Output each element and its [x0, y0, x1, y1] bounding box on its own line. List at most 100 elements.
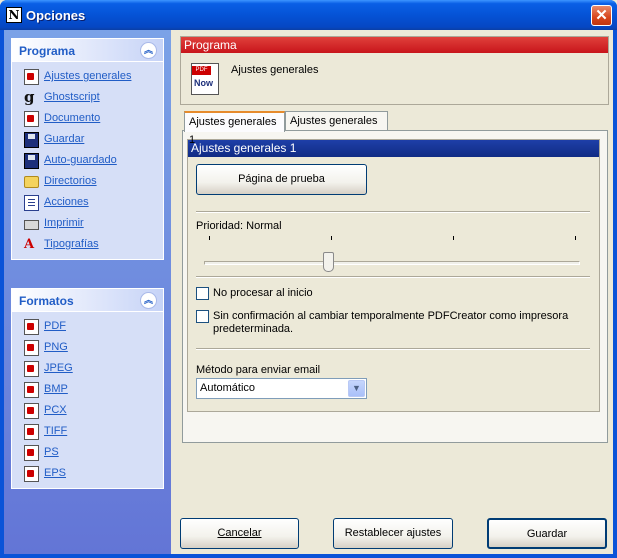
formatos-group: Formatos ︽ PDF PNG JPEG BMP PCX TIFF PS … [11, 288, 164, 489]
sidebar-item-label[interactable]: Auto-guardado [44, 154, 117, 166]
sidebar-item-label[interactable]: Ghostscript [44, 91, 100, 103]
programa-group-title: Programa [19, 44, 76, 58]
sidebar-item-bmp[interactable]: BMP [12, 380, 163, 401]
sidebar-item-label[interactable]: BMP [44, 383, 68, 395]
programa-header-title: Programa [181, 37, 608, 53]
sidebar-item-tipografias[interactable]: A Tipografías [12, 235, 163, 256]
sidebar-item-label[interactable]: PDF [44, 320, 66, 332]
email-method-value: Automático [200, 382, 256, 394]
reset-button[interactable]: Restablecer ajustes [333, 518, 453, 549]
no-process-checkbox[interactable] [196, 287, 209, 300]
formatos-group-title: Formatos [19, 294, 74, 308]
divider [196, 348, 590, 350]
sidebar-item-label[interactable]: Directorios [44, 175, 97, 187]
slider-tick [575, 236, 576, 240]
chevron-down-icon[interactable]: ▼ [348, 380, 365, 397]
floppy-icon [24, 132, 39, 148]
options-window: N Opciones ✕ Programa ︽ Ajustes generale… [0, 0, 617, 558]
sidebar-item-label[interactable]: Imprimir [44, 217, 84, 229]
sidebar-item-label[interactable]: EPS [44, 467, 66, 479]
slider-tick [453, 236, 454, 240]
programa-header-label: Ajustes generales [231, 64, 319, 76]
collapse-icon[interactable]: ︽ [140, 42, 157, 59]
formatos-group-body: PDF PNG JPEG BMP PCX TIFF PS EPS [12, 312, 163, 488]
sidebar-item-label[interactable]: Guardar [44, 133, 84, 145]
pcx-format-icon [24, 403, 39, 419]
collapse-icon[interactable]: ︽ [140, 292, 157, 309]
priority-slider-thumb[interactable] [322, 252, 334, 272]
sidebar-item-png[interactable]: PNG [12, 338, 163, 359]
close-button[interactable]: ✕ [591, 5, 612, 26]
document-icon [24, 111, 39, 127]
app-icon: N [6, 7, 22, 23]
sidebar-item-ajustes-generales[interactable]: Ajustes generales [12, 67, 163, 88]
pdf-format-icon [24, 319, 39, 335]
sidebar-item-label[interactable]: Ajustes generales [44, 70, 131, 82]
divider [196, 211, 590, 213]
tab-ajustes-generales-2[interactable]: Ajustes generales 2 [285, 111, 388, 145]
sidebar-item-label[interactable]: Tipografías [44, 238, 99, 250]
sidebar-item-label[interactable]: TIFF [44, 425, 67, 437]
programa-group-header[interactable]: Programa ︽ [12, 39, 163, 62]
programa-header-box: Programa PDF Now Ajustes generales [180, 36, 609, 105]
client-area: Programa ︽ Ajustes generales g Ghostscri… [4, 30, 613, 554]
priority-slider-track[interactable] [204, 261, 580, 265]
no-confirm-checkbox[interactable] [196, 310, 209, 323]
sidebar-item-guardar[interactable]: Guardar [12, 130, 163, 151]
printer-icon [24, 220, 39, 230]
programa-group: Programa ︽ Ajustes generales g Ghostscri… [11, 38, 164, 260]
sidebar-item-documento[interactable]: Documento [12, 109, 163, 130]
sidebar-item-label[interactable]: JPEG [44, 362, 73, 374]
sidebar-item-auto-guardado[interactable]: Auto-guardado [12, 151, 163, 172]
save-button-label: Guardar [526, 528, 568, 540]
sidebar-item-label[interactable]: Acciones [44, 196, 89, 208]
actions-icon [24, 195, 39, 211]
priority-label: Prioridad: Normal [196, 220, 282, 232]
tab-ajustes-generales-1[interactable]: Ajustes generales 1 [184, 111, 285, 146]
tiff-format-icon [24, 424, 39, 440]
sidebar-item-label[interactable]: PCX [44, 404, 67, 416]
general-settings-group: Ajustes generales 1 Página de prueba Pri… [187, 139, 600, 412]
sidebar-item-eps[interactable]: EPS [12, 464, 163, 485]
window-title: Opciones [26, 8, 86, 23]
sidebar-item-pcx[interactable]: PCX [12, 401, 163, 422]
sidebar-item-label[interactable]: PS [44, 446, 59, 458]
divider [196, 276, 590, 278]
sidebar-item-jpeg[interactable]: JPEG [12, 359, 163, 380]
tab-panel: Ajustes generales 1 Página de prueba Pri… [182, 130, 608, 443]
formatos-group-header[interactable]: Formatos ︽ [12, 289, 163, 312]
pdf-now-icon: PDF Now [191, 63, 219, 95]
slider-tick [331, 236, 332, 240]
settings-content: Programa PDF Now Ajustes generales Ajust… [178, 30, 612, 554]
cancel-button[interactable]: Cancelar [180, 518, 299, 549]
sidebar-item-pdf[interactable]: PDF [12, 317, 163, 338]
eps-format-icon [24, 466, 39, 482]
font-icon: A [24, 237, 35, 252]
reset-button-label: Restablecer ajustes [344, 527, 442, 539]
sidebar-item-acciones[interactable]: Acciones [12, 193, 163, 214]
task-pane: Programa ︽ Ajustes generales g Ghostscri… [4, 30, 171, 554]
save-button[interactable]: Guardar [487, 518, 607, 549]
png-format-icon [24, 340, 39, 356]
sidebar-item-ps[interactable]: PS [12, 443, 163, 464]
email-method-label: Método para enviar email [196, 364, 321, 376]
sidebar-item-directorios[interactable]: Directorios [12, 172, 163, 193]
folder-icon [24, 176, 39, 188]
sidebar-item-label[interactable]: Documento [44, 112, 100, 124]
test-page-button[interactable]: Página de prueba [196, 164, 367, 195]
pdfcreator-icon [24, 69, 39, 85]
slider-tick [209, 236, 210, 240]
sidebar-item-label[interactable]: PNG [44, 341, 68, 353]
general-settings-title: Ajustes generales 1 [188, 140, 599, 157]
sidebar-item-ghostscript[interactable]: g Ghostscript [12, 88, 163, 109]
no-confirm-label-cont[interactable]: predeterminada. [213, 323, 293, 335]
no-process-label[interactable]: No procesar al inicio [213, 287, 313, 299]
autosave-icon [24, 153, 39, 169]
no-confirm-label[interactable]: Sin confirmación al cambiar temporalment… [213, 310, 568, 322]
pdf-now-icon-bottom: Now [194, 78, 213, 88]
cancel-button-label: Cancelar [217, 527, 262, 539]
sidebar-item-tiff[interactable]: TIFF [12, 422, 163, 443]
sidebar-item-imprimir[interactable]: Imprimir [12, 214, 163, 235]
title-bar[interactable]: N Opciones ✕ [0, 0, 617, 30]
email-method-select[interactable]: Automático ▼ [196, 378, 367, 399]
